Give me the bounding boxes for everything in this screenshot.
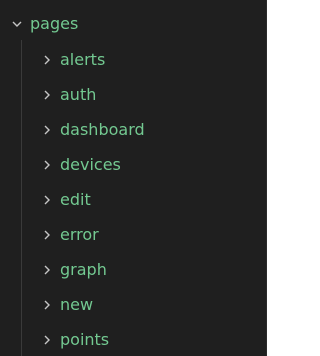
folder-devices[interactable]: devices bbox=[0, 149, 267, 181]
chevron-right-icon[interactable] bbox=[40, 289, 54, 321]
folder-error[interactable]: error bbox=[0, 219, 267, 251]
chevron-right-icon[interactable] bbox=[40, 79, 54, 111]
file-explorer-panel: pages alerts auth dashboard devices edit bbox=[0, 0, 267, 356]
folder-label: auth bbox=[60, 85, 97, 104]
folder-dashboard[interactable]: dashboard bbox=[0, 114, 267, 146]
folder-new[interactable]: new bbox=[0, 289, 267, 321]
folder-graph[interactable]: graph bbox=[0, 254, 267, 286]
chevron-right-icon[interactable] bbox=[40, 149, 54, 181]
chevron-right-icon[interactable] bbox=[40, 44, 54, 76]
folder-label: points bbox=[60, 330, 110, 349]
folder-label: dashboard bbox=[60, 120, 145, 139]
folder-auth[interactable]: auth bbox=[0, 79, 267, 111]
folder-label: devices bbox=[60, 155, 121, 174]
folder-label: pages bbox=[30, 14, 79, 33]
folder-points[interactable]: points bbox=[0, 324, 267, 356]
folder-label: edit bbox=[60, 190, 91, 209]
chevron-right-icon[interactable] bbox=[40, 219, 54, 251]
chevron-right-icon[interactable] bbox=[40, 184, 54, 216]
folder-label: error bbox=[60, 225, 99, 244]
folder-alerts[interactable]: alerts bbox=[0, 44, 267, 76]
folder-edit[interactable]: edit bbox=[0, 184, 267, 216]
chevron-down-icon[interactable] bbox=[10, 8, 24, 40]
chevron-right-icon[interactable] bbox=[40, 114, 54, 146]
chevron-right-icon[interactable] bbox=[40, 324, 54, 356]
folder-label: graph bbox=[60, 260, 107, 279]
chevron-right-icon[interactable] bbox=[40, 254, 54, 286]
folder-label: alerts bbox=[60, 50, 106, 69]
folder-pages[interactable]: pages bbox=[0, 8, 267, 40]
folder-label: new bbox=[60, 295, 94, 314]
